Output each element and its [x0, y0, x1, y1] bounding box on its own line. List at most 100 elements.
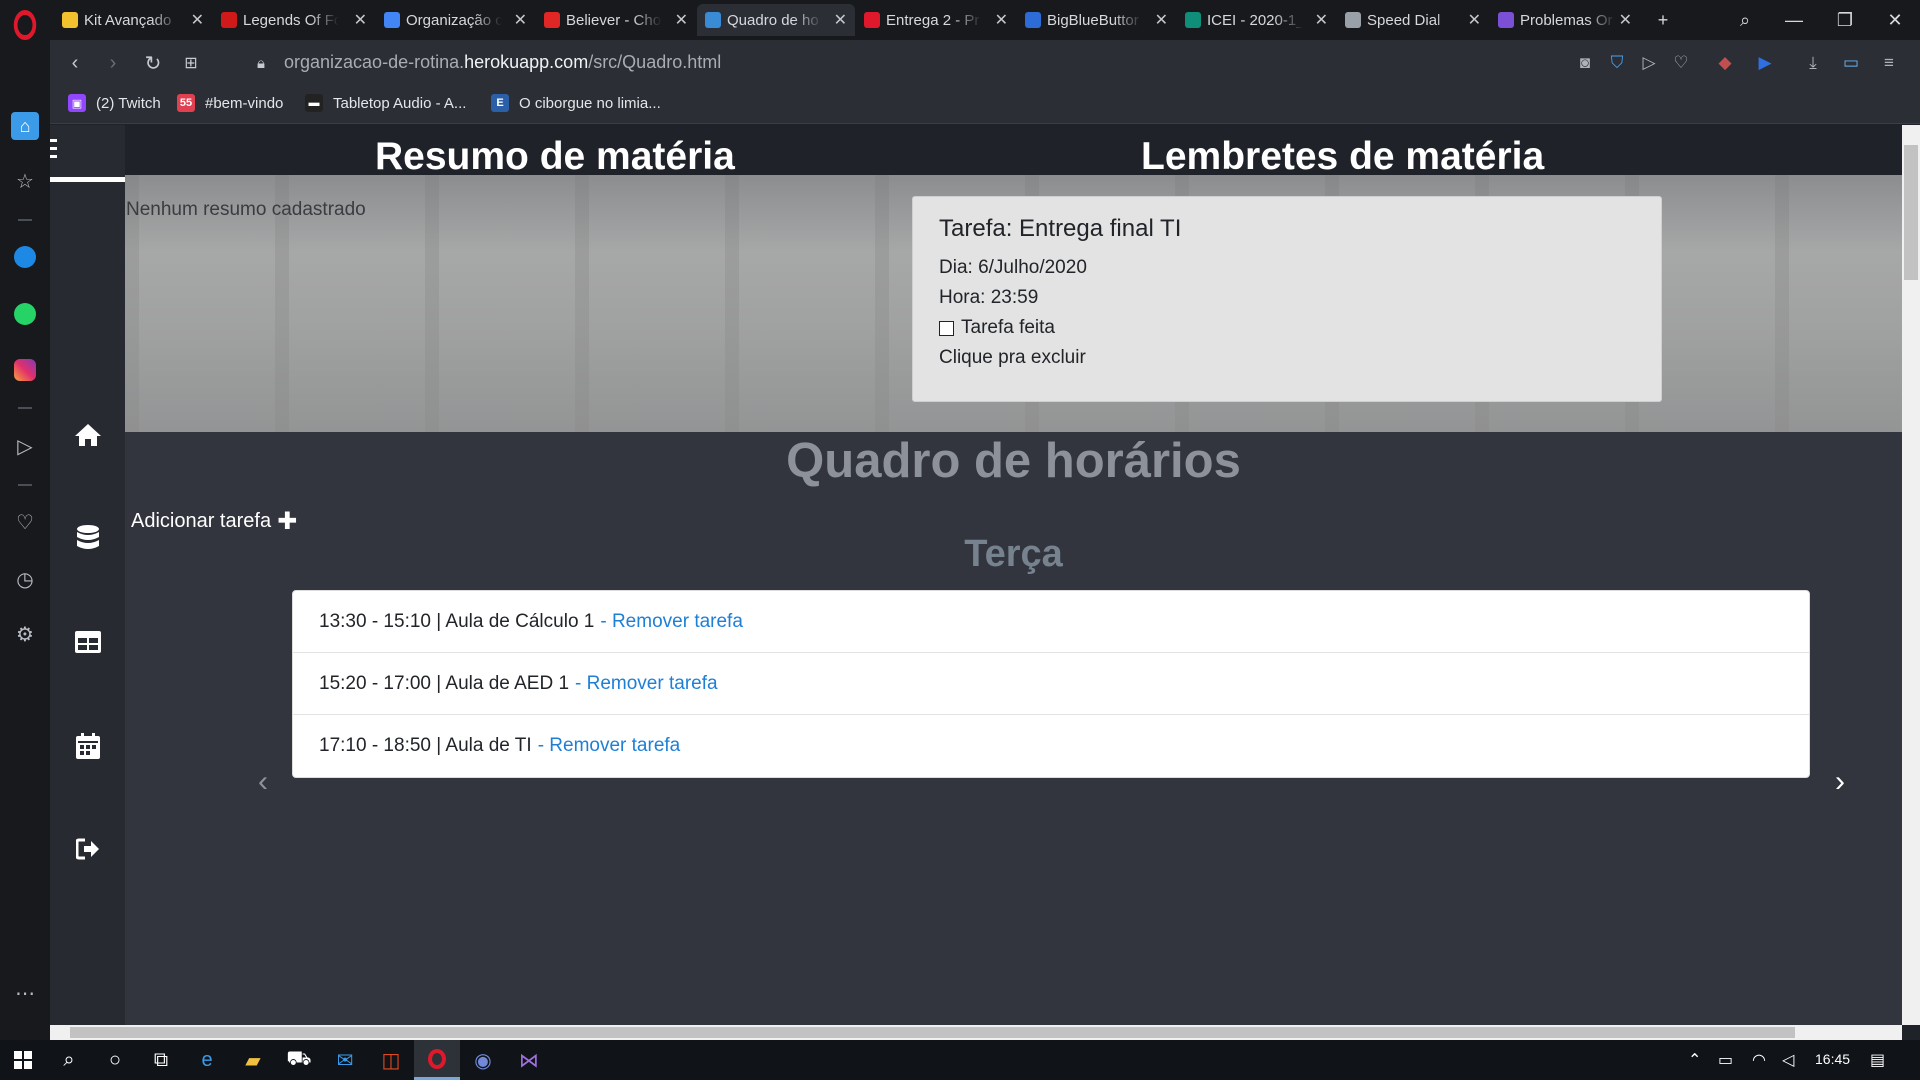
tab-close-icon[interactable]: ✕ [354, 10, 367, 30]
download-icon[interactable]: ⤓ [1802, 52, 1824, 74]
table-icon[interactable] [50, 622, 125, 662]
volume-icon[interactable]: ◁ [1782, 1050, 1794, 1070]
easy-setup-icon[interactable]: ≡ [1878, 52, 1900, 74]
cortana-icon[interactable]: ○ [92, 1040, 138, 1080]
star-icon[interactable]: ☆ [0, 161, 50, 201]
browser-tab[interactable]: Problemas Or ✕ [1490, 4, 1640, 36]
send-icon[interactable]: ▷ [0, 426, 50, 466]
search-tabs-icon[interactable]: ⌕ [1722, 4, 1768, 36]
notifications-icon[interactable]: ▤ [1870, 1050, 1885, 1070]
tab-title: Speed Dial [1367, 11, 1441, 29]
tab-title: Entrega 2 - Pr [886, 11, 980, 29]
rail-divider [18, 219, 32, 221]
plus-icon: ✚ [277, 508, 298, 535]
home-icon[interactable]: ⌂ [0, 106, 50, 146]
mail-icon[interactable]: ✉ [322, 1040, 368, 1080]
tray-chevron-icon[interactable]: ⌃ [1688, 1050, 1701, 1070]
settings-gear-icon[interactable]: ⚙ [0, 614, 50, 654]
address-bar-url[interactable]: organizacao-de-rotina.herokuapp.com/src/… [284, 52, 721, 73]
task-view-icon[interactable]: ⧉ [138, 1040, 184, 1080]
instagram-icon[interactable] [0, 350, 50, 390]
messenger-icon[interactable] [0, 237, 50, 277]
tab-close-icon[interactable]: ✕ [834, 10, 847, 30]
close-window-icon[interactable]: ✕ [1872, 4, 1918, 36]
discord-icon[interactable]: ◉ [460, 1040, 506, 1080]
new-tab-icon[interactable]: + [1640, 4, 1686, 36]
extension-cube-icon[interactable]: ◆ [1714, 52, 1736, 74]
browser-tab[interactable]: Quadro de ho ✕ [697, 4, 855, 36]
file-explorer-icon[interactable]: ▰ [230, 1040, 276, 1080]
horizontal-scrollbar-thumb[interactable] [70, 1027, 1795, 1038]
restore-icon[interactable]: ❐ [1822, 4, 1868, 36]
task-done-checkbox[interactable] [939, 320, 954, 336]
tab-close-icon[interactable]: ✕ [514, 10, 527, 30]
vpn-shield-icon[interactable]: ⛉ [1606, 52, 1628, 74]
back-icon[interactable]: ‹ [60, 48, 90, 78]
tab-title: Organização c [406, 11, 502, 29]
tab-close-icon[interactable]: ✕ [1619, 10, 1632, 30]
carousel-next-icon[interactable]: › [1825, 762, 1855, 802]
hamburger-menu-icon[interactable] [50, 139, 64, 163]
browser-tab[interactable]: Entrega 2 - Pr ✕ [856, 4, 1016, 36]
edge-icon[interactable]: e [184, 1040, 230, 1080]
tab-grid-icon[interactable]: ⊞ [176, 48, 206, 78]
remove-task-link[interactable]: - Remover tarefa [600, 611, 743, 633]
app-sidebar [50, 125, 125, 1025]
browser-tab[interactable]: BigBlueButtor ✕ [1017, 4, 1176, 36]
tab-favicon-icon [864, 12, 880, 28]
wifi-icon[interactable]: ◠ [1752, 1050, 1766, 1070]
battery-saver-icon[interactable]: ▭ [1840, 52, 1862, 74]
browser-tab[interactable]: Organização c ✕ [376, 4, 535, 36]
extension-arrow-icon[interactable]: ▶ [1754, 52, 1776, 74]
windows-start-icon[interactable] [0, 1040, 46, 1080]
logout-icon[interactable] [50, 829, 125, 869]
tab-close-icon[interactable]: ✕ [995, 10, 1008, 30]
history-clock-icon[interactable]: ◷ [0, 559, 50, 599]
search-icon[interactable]: ⌕ [46, 1040, 92, 1080]
battery-icon[interactable]: ▭ [1718, 1050, 1733, 1070]
more-options-icon[interactable]: ⋯ [0, 973, 50, 1013]
visual-studio-icon[interactable]: ⋈ [506, 1040, 552, 1080]
whatsapp-icon[interactable] [0, 294, 50, 334]
opera-taskbar-icon[interactable] [414, 1040, 460, 1080]
browser-tab[interactable]: Legends Of Fc ✕ [213, 4, 375, 36]
forward-icon[interactable]: › [98, 48, 128, 78]
tab-close-icon[interactable]: ✕ [675, 10, 688, 30]
tab-close-icon[interactable]: ✕ [1468, 10, 1481, 30]
bookmark-item[interactable]: ▣ (2) Twitch [68, 94, 161, 112]
vertical-scrollbar-thumb[interactable] [1904, 145, 1918, 280]
bookmark-item[interactable]: 55 #bem-vindo [177, 94, 283, 112]
heart-icon[interactable]: ♡ [0, 502, 50, 542]
heart-bookmark-icon[interactable]: ♡ [1670, 52, 1692, 74]
tab-close-icon[interactable]: ✕ [1315, 10, 1328, 30]
store-icon[interactable]: ⛟ [276, 1040, 322, 1080]
office-icon[interactable]: ◫ [368, 1040, 414, 1080]
bookmark-item[interactable]: E O ciborgue no limia... [491, 94, 661, 112]
tab-close-icon[interactable]: ✕ [191, 10, 204, 30]
reload-icon[interactable]: ↻ [138, 48, 168, 78]
browser-tab[interactable]: Speed Dial ✕ [1337, 4, 1489, 36]
browser-tab[interactable]: Believer - Cho ✕ [536, 4, 696, 36]
sidebar-active-indicator [50, 177, 125, 182]
remove-task-link[interactable]: - Remover tarefa [538, 735, 681, 757]
opera-logo-icon[interactable] [13, 10, 37, 40]
snapshot-camera-icon[interactable]: ◙ [1574, 52, 1596, 74]
database-icon[interactable] [50, 518, 125, 558]
browser-tab[interactable]: Kit Avançado ✕ [54, 4, 212, 36]
calendar-icon[interactable] [50, 726, 125, 766]
taskbar-clock[interactable]: 16:45 [1815, 1051, 1850, 1067]
reminder-card[interactable]: Tarefa: Entrega final TI Dia: 6/Julho/20… [912, 196, 1662, 402]
send-flow-icon[interactable]: ▷ [1638, 52, 1660, 74]
tab-close-icon[interactable]: ✕ [1155, 10, 1168, 30]
minimize-icon[interactable]: — [1771, 4, 1817, 36]
bookmark-item[interactable]: ▬ Tabletop Audio - A... [305, 94, 466, 112]
task-done-row[interactable]: Tarefa feita [939, 313, 1635, 343]
delete-reminder-link[interactable]: Clique pra excluir [939, 343, 1635, 373]
home-icon[interactable] [50, 415, 125, 455]
add-task-button[interactable]: Adicionar tarefa ✚ [131, 507, 297, 536]
browser-tab[interactable]: ICEI - 2020-1_ ✕ [1177, 4, 1336, 36]
rail-divider [18, 407, 32, 409]
task-text: 15:20 - 17:00 | Aula de AED 1 [319, 672, 570, 694]
carousel-prev-icon[interactable]: ‹ [248, 762, 278, 802]
remove-task-link[interactable]: - Remover tarefa [575, 673, 718, 695]
